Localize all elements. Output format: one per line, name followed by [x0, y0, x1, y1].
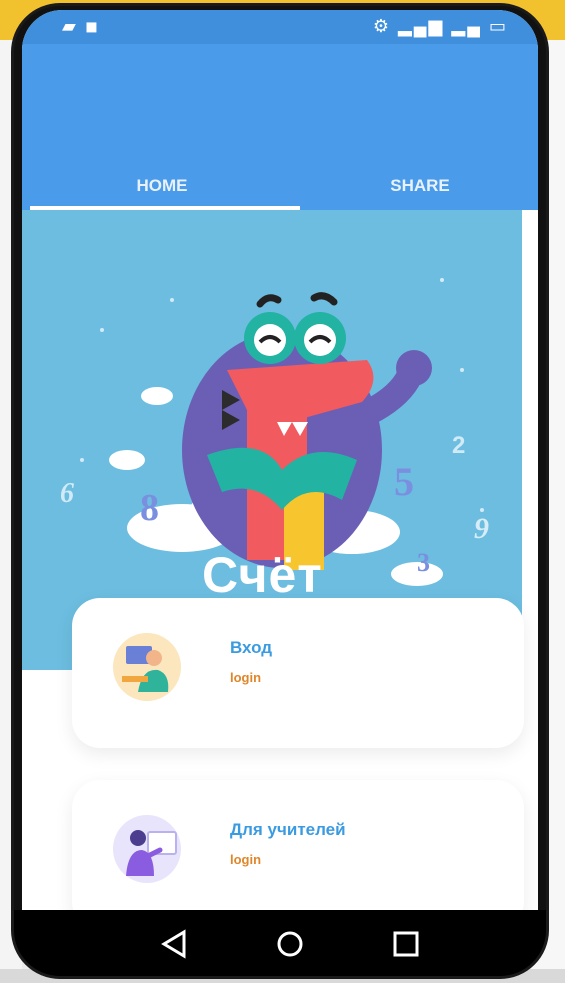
- teacher-card[interactable]: Для учителей login: [72, 780, 524, 924]
- login-card[interactable]: Вход login: [72, 598, 524, 748]
- notification-icons: ▰ ◾: [62, 16, 101, 36]
- hero-title: Счёт: [202, 547, 323, 603]
- teacher-card-subtitle: login: [230, 852, 262, 867]
- app-bar: HOME SHARE: [22, 44, 538, 210]
- hero-digit-6: 6: [60, 478, 74, 509]
- phone-frame: ▰ ◾ ⚙ ▂▄▆ ▂▄ ▭ HOME SHARE 6 8 5 2 9 3 Сч…: [14, 6, 546, 976]
- hero-digit-2: 2: [452, 432, 466, 459]
- student-at-computer-icon: [113, 633, 181, 701]
- phone-screen: ▰ ◾ ⚙ ▂▄▆ ▂▄ ▭ HOME SHARE 6 8 5 2 9 3 Сч…: [22, 10, 538, 924]
- hero-digit-9: 9: [474, 512, 489, 545]
- login-card-subtitle: login: [230, 670, 262, 685]
- recents-icon[interactable]: [386, 926, 426, 962]
- login-card-title: Вход: [230, 638, 273, 657]
- hero-digit-5: 5: [394, 459, 414, 504]
- system-icons: ⚙ ▂▄▆ ▂▄ ▭: [372, 16, 508, 36]
- hero-digit-8: 8: [140, 487, 159, 529]
- android-nav-bar: [14, 910, 546, 976]
- tab-home[interactable]: HOME: [22, 162, 302, 210]
- status-bar: ▰ ◾ ⚙ ▂▄▆ ▂▄ ▭: [22, 10, 538, 44]
- home-icon[interactable]: [270, 926, 310, 962]
- teacher-at-board-icon: [113, 815, 181, 883]
- tab-share[interactable]: SHARE: [302, 162, 538, 210]
- back-icon[interactable]: [154, 926, 194, 962]
- teacher-card-title: Для учителей: [230, 820, 346, 839]
- hero-digit-3: 3: [417, 548, 430, 577]
- screenshot-stage: ▰ ◾ ⚙ ▂▄▆ ▂▄ ▭ HOME SHARE 6 8 5 2 9 3 Сч…: [0, 0, 565, 983]
